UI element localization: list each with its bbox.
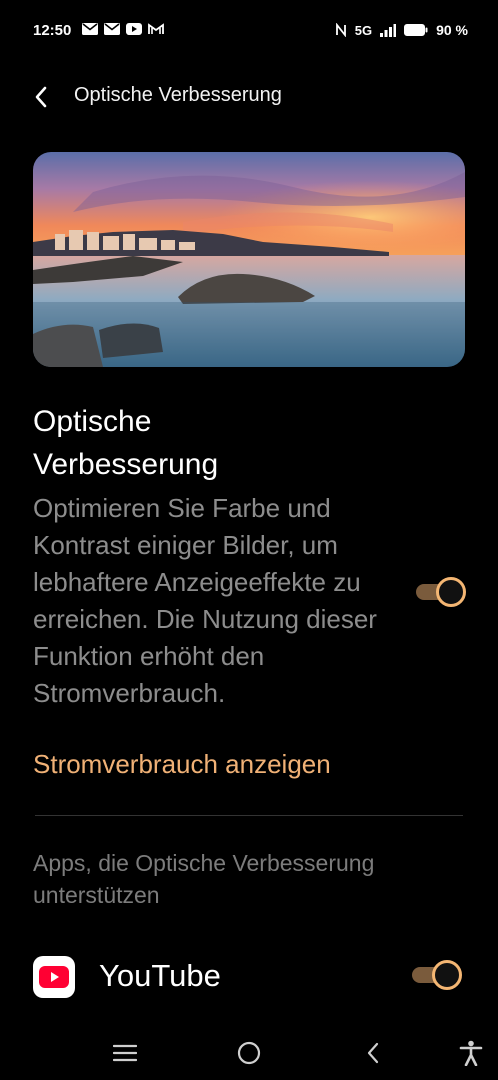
youtube-toggle[interactable] — [412, 960, 462, 990]
home-button[interactable] — [234, 1038, 264, 1068]
youtube-icon — [126, 23, 142, 35]
hero-image — [33, 152, 465, 367]
app-name: YouTube — [99, 958, 221, 993]
recent-apps-button[interactable] — [110, 1038, 140, 1068]
chevron-left-icon — [35, 86, 47, 108]
apps-section-header: Apps, die Optische Verbesserung unterstü… — [33, 850, 375, 908]
header: Optische Verbesserung — [0, 72, 498, 120]
navigation-bar — [0, 1030, 498, 1074]
power-consumption-link[interactable]: Stromverbrauch anzeigen — [33, 746, 331, 783]
section-title: Optische Verbesserung — [33, 405, 219, 481]
gmail-alt-icon — [148, 23, 164, 34]
chevron-left-icon — [367, 1042, 379, 1064]
circle-icon — [237, 1041, 261, 1065]
toggle-knob — [436, 577, 466, 607]
signal-icon — [380, 23, 397, 37]
accessibility-button[interactable] — [456, 1038, 486, 1068]
status-time: 12:50 — [33, 22, 72, 39]
notification-icons — [82, 23, 164, 35]
gmail-icon — [82, 23, 98, 35]
nfc-icon — [335, 23, 346, 37]
visual-enhancement-toggle[interactable] — [416, 577, 466, 607]
status-right: 5G 90 % — [335, 22, 468, 38]
status-bar: 12:50 5G 90 % — [0, 0, 498, 62]
youtube-app-icon — [33, 956, 75, 998]
battery-percent: 90 % — [436, 22, 468, 38]
accessibility-icon — [459, 1040, 483, 1066]
menu-icon — [113, 1044, 137, 1062]
nav-back-button[interactable] — [358, 1038, 388, 1068]
battery-icon — [404, 24, 428, 36]
toggle-knob — [432, 960, 462, 990]
page-title: Optische Verbesserung — [74, 84, 282, 106]
back-button[interactable] — [24, 80, 58, 114]
gmail-icon — [104, 23, 120, 35]
network-type: 5G — [354, 22, 373, 38]
section-description: Optimieren Sie Farbe und Kontrast einige… — [33, 493, 377, 708]
divider — [35, 815, 463, 816]
